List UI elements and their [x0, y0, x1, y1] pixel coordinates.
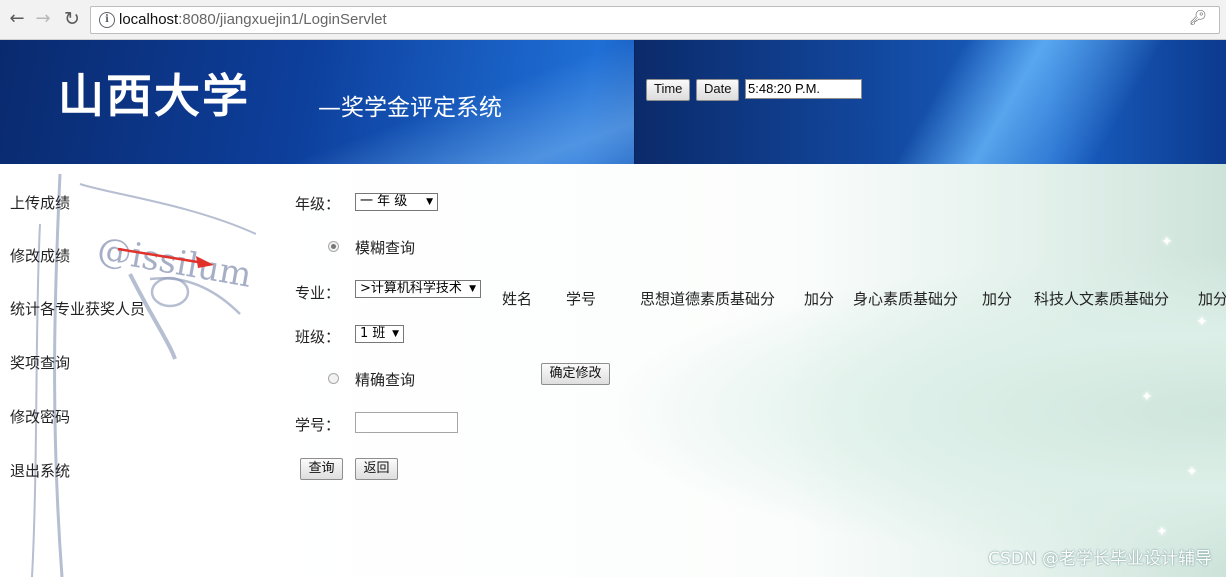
class-select[interactable]: 1 班 ▼ [355, 325, 404, 343]
sidebar-item-award-query[interactable]: 奖项查询 [10, 352, 70, 373]
column-header-bonus: 加分 [1198, 290, 1226, 308]
sidebar-item-modify-grades[interactable]: 修改成绩 [10, 245, 70, 266]
sparkle-decoration: ✦ [1156, 524, 1168, 540]
column-header-moral-score: 思想道德素质基础分 [640, 290, 776, 308]
url-text[interactable]: localhost:8080/jiangxuejin1/LoginServlet [119, 11, 387, 28]
column-header-name: 姓名 [502, 290, 533, 308]
dropdown-arrow-icon: ▼ [426, 197, 433, 207]
column-header-tech-score: 科技人文素质基础分 [1034, 290, 1170, 308]
sidebar: @issilum 上传成绩 修改成绩 统计各专业获奖人员 奖项查询 修改密码 退… [0, 164, 256, 577]
main-content: ✦ ✦ ✦ ✦ ✦ 年级： 一 年 级 ▼ 模糊查询 专业： >计算机科学技术 … [256, 164, 1226, 577]
sidebar-decor-strokes [31, 173, 256, 577]
student-id-label: 学号： [295, 416, 341, 434]
major-select[interactable]: >计算机科学技术 ▼ [355, 280, 481, 298]
confirm-modify-button[interactable]: 确定修改 [541, 363, 610, 385]
sidebar-item-award-stats[interactable]: 统计各专业获奖人员 [10, 298, 145, 319]
column-header-student-id: 学号 [566, 290, 597, 308]
back-arrow-icon[interactable]: ← [6, 8, 28, 30]
browser-toolbar: ← → ↻ i localhost:8080/jiangxuejin1/Logi… [0, 0, 1226, 40]
clock-field[interactable]: 5:48:20 P.M. [745, 79, 862, 99]
sparkle-decoration: ✦ [1141, 389, 1153, 405]
date-button[interactable]: Date [696, 79, 740, 101]
sparkle-decoration: ✦ [1186, 464, 1198, 480]
header-right-panel [634, 40, 1226, 164]
sidebar-decor-text: @issilum [94, 229, 254, 295]
grade-select[interactable]: 一 年 级 ▼ [355, 193, 438, 211]
back-button[interactable]: 返回 [355, 458, 398, 480]
exact-query-radio[interactable] [328, 373, 339, 384]
column-header-bonus: 加分 [804, 290, 835, 308]
exact-query-label: 精确查询 [355, 371, 416, 389]
university-name: 山西大学 [58, 69, 250, 123]
sidebar-item-logout[interactable]: 退出系统 [10, 460, 70, 481]
info-icon[interactable]: i [99, 12, 115, 28]
site-header: 山西大学 —奖学金评定系统 Time Date 5:48:20 P.M. [0, 40, 1226, 164]
query-button[interactable]: 查询 [300, 458, 343, 480]
address-bar[interactable]: i localhost:8080/jiangxuejin1/LoginServl… [90, 6, 1220, 34]
watermark-text: CSDN @老学长毕业设计辅导 [988, 549, 1212, 569]
class-label: 班级： [295, 328, 341, 346]
sidebar-item-change-password[interactable]: 修改密码 [10, 406, 70, 427]
time-button[interactable]: Time [646, 79, 691, 101]
sparkle-decoration: ✦ [1196, 314, 1208, 330]
major-select-value: >计算机科学技术 [360, 281, 462, 296]
grade-label: 年级： [295, 195, 341, 213]
url-host: localhost [119, 11, 179, 28]
student-id-input[interactable] [355, 412, 458, 433]
dropdown-arrow-icon: ▼ [469, 284, 476, 294]
key-icon[interactable]: 🔑︎ [1189, 10, 1207, 26]
grade-select-value: 一 年 级 [360, 194, 408, 209]
column-header-bonus: 加分 [982, 290, 1013, 308]
column-header-physical-score: 身心素质基础分 [853, 290, 959, 308]
dropdown-arrow-icon: ▼ [392, 329, 399, 339]
reload-icon[interactable]: ↻ [61, 8, 83, 30]
fuzzy-query-label: 模糊查询 [355, 239, 416, 257]
sidebar-item-upload-grades[interactable]: 上传成绩 [10, 192, 70, 213]
major-label: 专业： [295, 284, 341, 302]
fuzzy-query-radio[interactable] [328, 241, 339, 252]
url-path: :8080/jiangxuejin1/LoginServlet [178, 11, 387, 28]
sparkle-decoration: ✦ [1161, 234, 1173, 250]
forward-arrow-icon[interactable]: → [32, 8, 54, 30]
class-select-value: 1 班 [360, 326, 386, 341]
system-title: —奖学金评定系统 [318, 95, 502, 121]
